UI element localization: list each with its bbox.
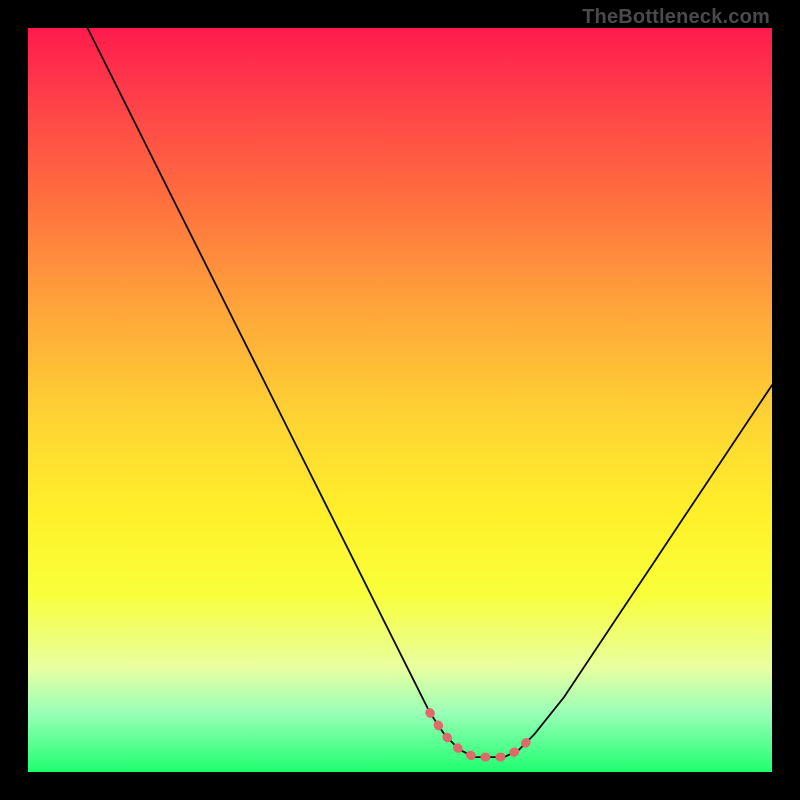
ideal-zone-marker [430,713,534,758]
curve-layer [28,28,772,772]
watermark-text: TheBottleneck.com [582,6,770,29]
bottleneck-curve [88,28,773,757]
plot-area [28,28,772,772]
chart-frame: TheBottleneck.com [0,0,800,800]
